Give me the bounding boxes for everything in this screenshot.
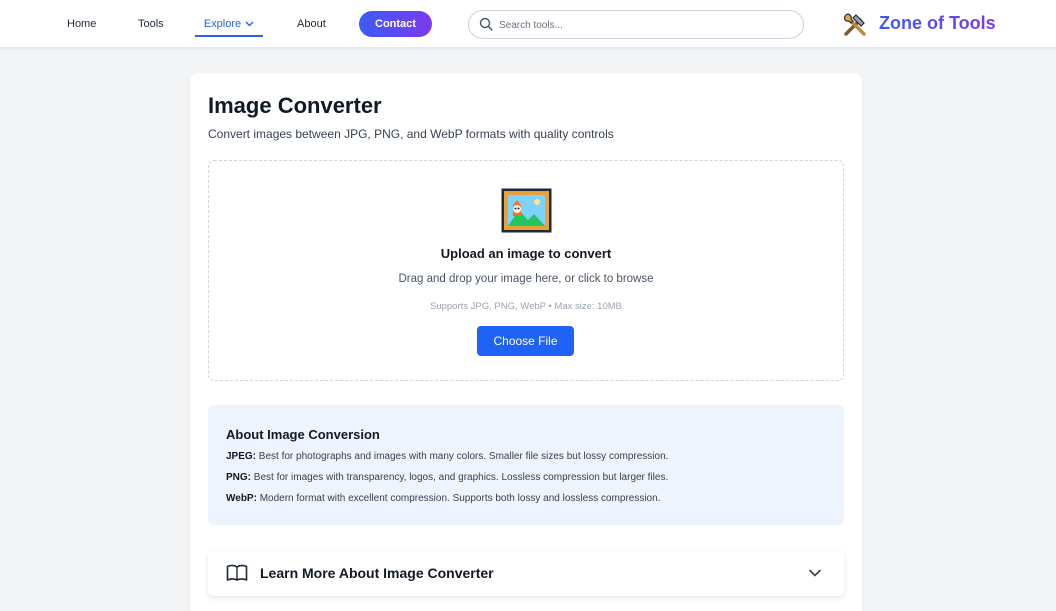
framed-picture-icon xyxy=(501,188,552,238)
choose-file-button[interactable]: Choose File xyxy=(477,326,574,356)
search-box[interactable] xyxy=(468,10,804,39)
active-underline xyxy=(195,35,263,37)
about-webp-line: WebP: Modern format with excellent compr… xyxy=(226,493,660,504)
contact-button[interactable]: Contact xyxy=(359,11,432,37)
upload-dropzone[interactable]: Upload an image to convert Drag and drop… xyxy=(208,160,844,381)
about-jpeg-text: Best for photographs and images with man… xyxy=(256,451,669,462)
about-jpeg-label: JPEG: xyxy=(226,451,257,462)
search-icon xyxy=(479,17,493,36)
about-jpeg-line: JPEG: Best for photographs and images wi… xyxy=(226,451,668,462)
nav-home-link[interactable]: Home xyxy=(67,0,96,48)
page-title: Image Converter xyxy=(208,93,382,118)
about-title: About Image Conversion xyxy=(226,427,380,442)
brand-name: Zone of Tools xyxy=(879,13,996,33)
top-nav-bar: Home Tools Explore About Contact Zone of… xyxy=(0,0,1056,48)
upload-hint: Drag and drop your image here, or click … xyxy=(398,273,654,285)
nav-explore-dropdown[interactable]: Explore xyxy=(195,0,263,48)
chevron-down-icon[interactable] xyxy=(808,566,822,585)
nav-tools-link[interactable]: Tools xyxy=(138,0,164,48)
about-webp-text: Modern format with excellent compression… xyxy=(256,493,661,504)
upload-title: Upload an image to convert xyxy=(440,246,612,261)
converter-card: Image Converter Convert images between J… xyxy=(190,73,862,611)
about-png-line: PNG: Best for images with transparency, … xyxy=(226,472,668,483)
hammer-wrench-icon xyxy=(842,12,868,43)
about-png-label: PNG: xyxy=(226,472,251,483)
learn-more-title: Learn More About Image Converter xyxy=(260,565,494,581)
about-conversion-box: About Image Conversion JPEG: Best for ph… xyxy=(208,405,844,525)
nav-about-link[interactable]: About xyxy=(297,0,326,48)
learn-more-accordion[interactable]: Learn More About Image Converter xyxy=(208,551,844,596)
about-png-text: Best for images with transparency, logos… xyxy=(251,472,669,483)
chevron-down-icon xyxy=(245,0,254,48)
page-subtitle: Convert images between JPG, PNG, and Web… xyxy=(208,127,614,141)
about-webp-label: WebP: xyxy=(226,493,257,504)
nav-explore-label: Explore xyxy=(203,18,242,30)
upload-supports-note: Supports JPG, PNG, WebP • Max size: 10MB xyxy=(430,301,622,312)
search-input[interactable] xyxy=(499,16,789,34)
book-icon xyxy=(226,564,248,587)
